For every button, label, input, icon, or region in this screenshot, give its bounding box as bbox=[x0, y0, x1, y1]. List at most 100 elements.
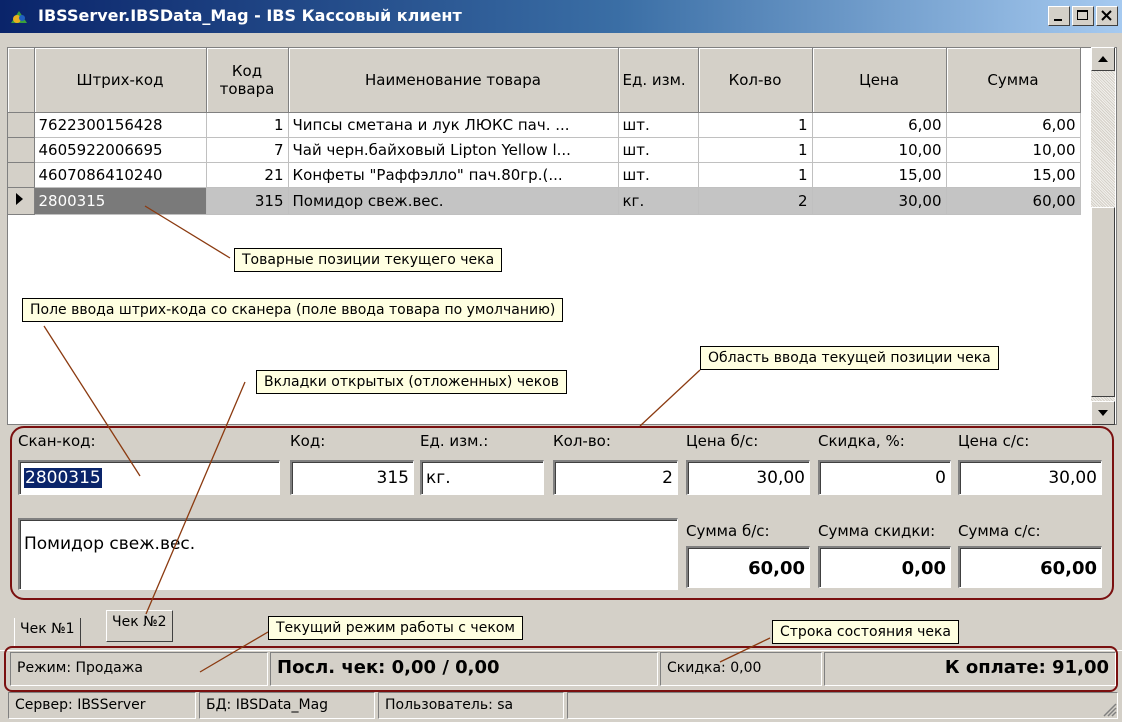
grid-header: Штрих-код Код товара Наименование товара… bbox=[8, 48, 1081, 113]
scan-code-input[interactable]: 2800315 bbox=[18, 460, 280, 495]
grid-scrollbar[interactable] bbox=[1091, 47, 1115, 425]
cell-code: 21 bbox=[206, 162, 289, 188]
arrow-up-icon bbox=[1098, 56, 1108, 62]
header-qty[interactable]: Кол-во bbox=[698, 48, 813, 113]
scroll-thumb[interactable] bbox=[1091, 207, 1115, 397]
cell-code: 1 bbox=[206, 112, 289, 138]
product-name-field[interactable]: Помидор свеж.вес. bbox=[18, 518, 678, 590]
cell-qty: 1 bbox=[698, 162, 813, 188]
header-name[interactable]: Наименование товара bbox=[288, 48, 619, 113]
statusbar-db: БД: IBSData_Mag bbox=[199, 692, 375, 719]
arrow-down-icon bbox=[1098, 410, 1108, 416]
discount-pct-label: Скидка, %: bbox=[818, 432, 905, 450]
cell-barcode: 4605922006695 bbox=[34, 137, 207, 163]
callout-tabs: Вкладки открытых (отложенных) чеков bbox=[256, 370, 567, 394]
cell-unit: шт. bbox=[618, 162, 699, 188]
cell-barcode: 2800315 bbox=[34, 187, 207, 215]
minimize-button[interactable] bbox=[1048, 6, 1070, 26]
tab-check-2[interactable]: Чек №2 bbox=[106, 610, 173, 642]
sum-discount-label: Сумма скидки: bbox=[818, 522, 936, 540]
cell-barcode: 4607086410240 bbox=[34, 162, 207, 188]
cell-code: 7 bbox=[206, 137, 289, 163]
current-row-arrow-icon bbox=[16, 193, 23, 205]
cell-barcode: 7622300156428 bbox=[34, 112, 207, 138]
cell-price: 15,00 bbox=[812, 162, 947, 188]
table-row-selected[interactable]: 2800315 315 Помидор свеж.вес. кг. 2 30,0… bbox=[8, 187, 1081, 215]
unit-label: Ед. изм.: bbox=[420, 432, 489, 450]
cell-code: 315 bbox=[206, 187, 289, 215]
cell-unit: кг. bbox=[618, 187, 699, 215]
row-indicator[interactable] bbox=[8, 162, 35, 188]
cell-name: Помидор свеж.вес. bbox=[288, 187, 619, 215]
statusbar-server: Сервер: IBSServer bbox=[8, 692, 196, 719]
row-indicator[interactable] bbox=[8, 187, 35, 215]
close-icon bbox=[1101, 10, 1112, 21]
price-ss-label: Цена с/с: bbox=[958, 432, 1030, 450]
close-button[interactable] bbox=[1096, 6, 1118, 26]
minimize-icon bbox=[1054, 19, 1062, 21]
tab-check-1[interactable]: Чек №1 bbox=[14, 618, 81, 648]
app-window: IBSServer.IBSData_Mag - IBS Кассовый кли… bbox=[0, 0, 1122, 722]
code-label: Код: bbox=[290, 432, 326, 450]
cell-name: Конфеты "Раффэлло" пач.80гр.(... bbox=[288, 162, 619, 188]
qty-input[interactable]: 2 bbox=[553, 460, 678, 495]
header-sum[interactable]: Сумма bbox=[946, 48, 1081, 113]
last-check-panel: Посл. чек: 0,00 / 0,00 bbox=[270, 652, 658, 686]
app-icon bbox=[11, 11, 27, 23]
cell-sum: 60,00 bbox=[946, 187, 1081, 215]
callout-scan-field: Поле ввода штрих-кода со сканера (поле в… bbox=[22, 298, 564, 322]
discount-pct-input[interactable]: 0 bbox=[818, 460, 951, 495]
header-indicator bbox=[8, 48, 35, 113]
sum-discount-field: 0,00 bbox=[818, 546, 951, 588]
cell-sum: 6,00 bbox=[946, 112, 1081, 138]
callout-status-line: Строка состояния чека bbox=[772, 620, 960, 644]
cell-name: Чай черн.байховый Lipton Yellow l... bbox=[288, 137, 619, 163]
callout-entry-area: Область ввода текущей позиции чека bbox=[700, 346, 999, 370]
code-input[interactable]: 315 bbox=[290, 460, 414, 495]
cell-price: 6,00 bbox=[812, 112, 947, 138]
header-price[interactable]: Цена bbox=[812, 48, 947, 113]
statusbar-empty bbox=[567, 692, 1118, 719]
statusbar-user: Пользователь: sa bbox=[378, 692, 564, 719]
cell-qty: 1 bbox=[698, 137, 813, 163]
sum-ss-field: 60,00 bbox=[958, 546, 1102, 588]
sum-ss-label: Сумма с/с: bbox=[958, 522, 1041, 540]
cell-qty: 2 bbox=[698, 187, 813, 215]
cell-name: Чипсы сметана и лук ЛЮКС пач. ... bbox=[288, 112, 619, 138]
cell-unit: шт. bbox=[618, 112, 699, 138]
header-code[interactable]: Код товара bbox=[206, 48, 289, 113]
resize-grip-icon[interactable] bbox=[1100, 700, 1118, 718]
scroll-up-button[interactable] bbox=[1091, 47, 1115, 71]
callout-positions: Товарные позиции текущего чека bbox=[234, 248, 503, 272]
callout-mode: Текущий режим работы с чеком bbox=[268, 616, 523, 640]
scan-label: Скан-код: bbox=[18, 432, 96, 450]
unit-input[interactable]: кг. bbox=[420, 460, 544, 495]
qty-label: Кол-во: bbox=[553, 432, 611, 450]
cell-price: 10,00 bbox=[812, 137, 947, 163]
scan-code-value: 2800315 bbox=[24, 468, 102, 488]
sum-bs-label: Сумма б/с: bbox=[686, 522, 770, 540]
title-bar[interactable]: IBSServer.IBSData_Mag - IBS Кассовый кли… bbox=[0, 0, 1122, 33]
header-barcode[interactable]: Штрих-код bbox=[34, 48, 207, 113]
table-row[interactable]: 4607086410240 21 Конфеты "Раффэлло" пач.… bbox=[8, 162, 1081, 188]
cell-qty: 1 bbox=[698, 112, 813, 138]
cell-sum: 15,00 bbox=[946, 162, 1081, 188]
sum-bs-field: 60,00 bbox=[686, 546, 810, 588]
price-bs-input[interactable]: 30,00 bbox=[686, 460, 810, 495]
mode-panel: Режим: Продажа bbox=[10, 652, 268, 686]
scroll-down-button[interactable] bbox=[1091, 401, 1115, 425]
to-pay-panel: К оплате: 91,00 bbox=[824, 652, 1116, 686]
cell-price: 30,00 bbox=[812, 187, 947, 215]
table-row[interactable]: 7622300156428 1 Чипсы сметана и лук ЛЮКС… bbox=[8, 112, 1081, 138]
row-indicator[interactable] bbox=[8, 112, 35, 138]
maximize-icon bbox=[1077, 10, 1088, 20]
price-ss-input[interactable]: 30,00 bbox=[958, 460, 1102, 495]
maximize-button[interactable] bbox=[1072, 6, 1094, 26]
table-row[interactable]: 4605922006695 7 Чай черн.байховый Lipton… bbox=[8, 137, 1081, 163]
window-title: IBSServer.IBSData_Mag - IBS Кассовый кли… bbox=[38, 6, 462, 25]
row-indicator[interactable] bbox=[8, 137, 35, 163]
price-bs-label: Цена б/с: bbox=[686, 432, 759, 450]
discount-panel: Скидка: 0,00 bbox=[660, 652, 822, 686]
header-unit[interactable]: Ед. изм. bbox=[618, 48, 699, 113]
cell-unit: шт. bbox=[618, 137, 699, 163]
